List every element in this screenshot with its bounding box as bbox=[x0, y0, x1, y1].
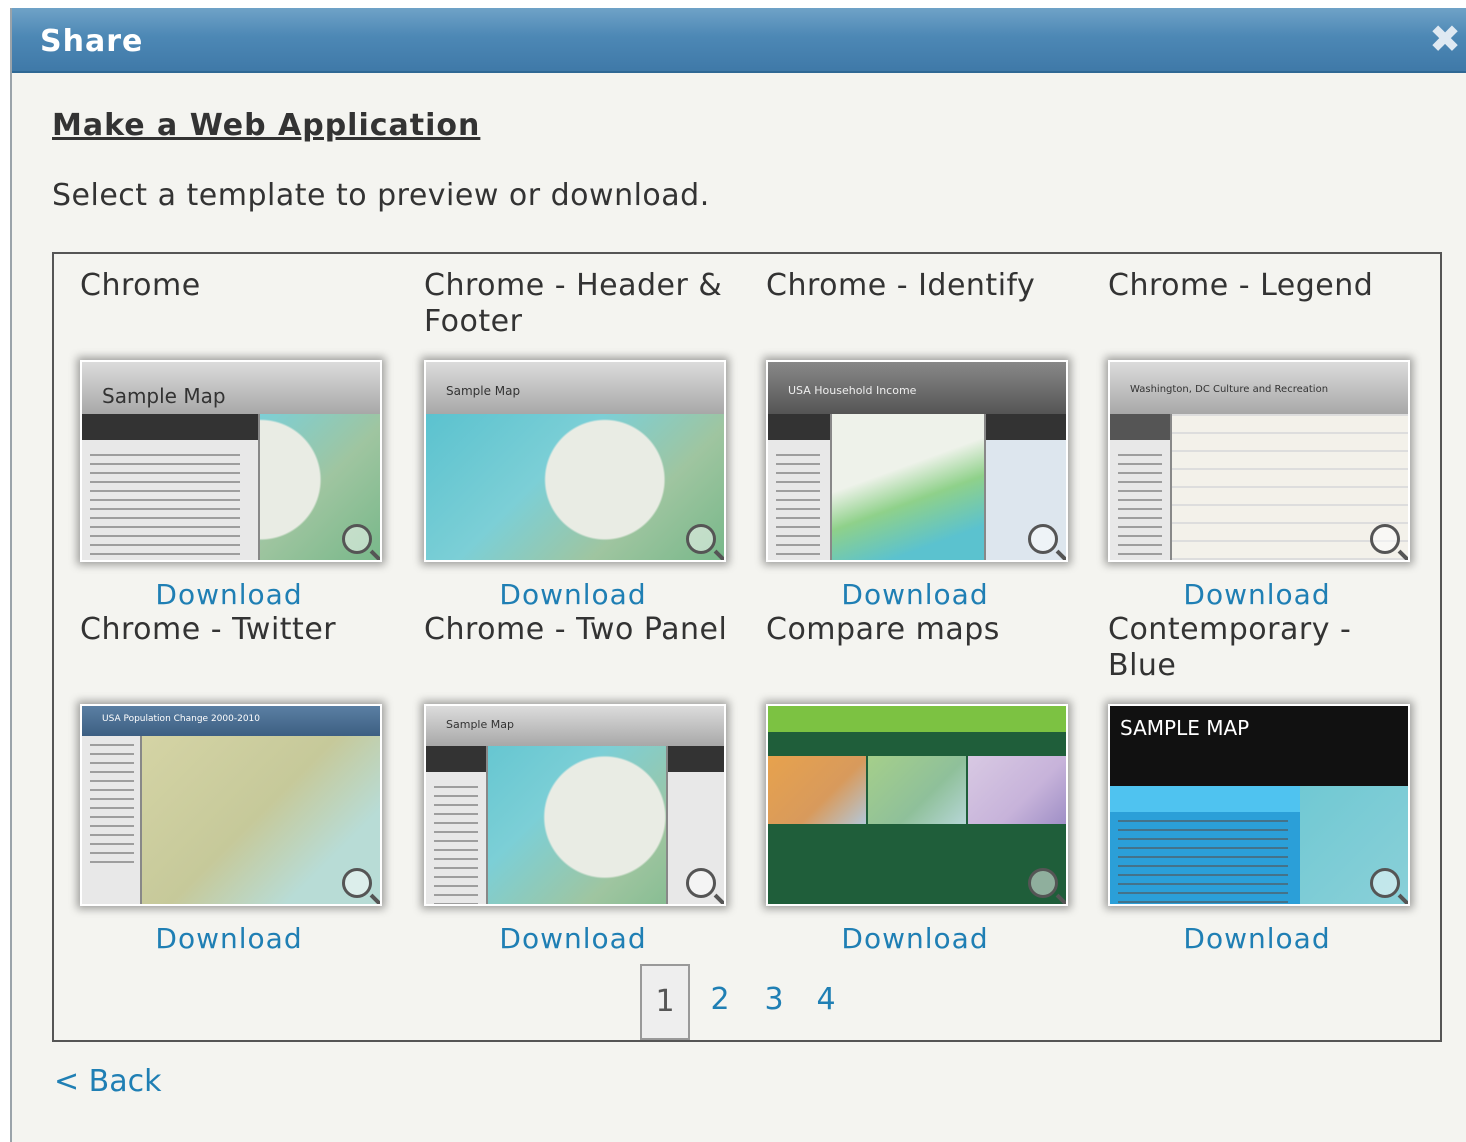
thumbnail-title: Sample Map bbox=[102, 384, 226, 408]
template-thumbnail[interactable]: Washington, DC Culture and Recreation bbox=[1108, 360, 1410, 562]
page-heading: Make a Web Application bbox=[52, 108, 481, 143]
magnifier-icon[interactable] bbox=[342, 868, 372, 898]
template-title: Chrome bbox=[80, 268, 201, 303]
page-1-current: 1 bbox=[640, 964, 690, 1040]
page-4-link[interactable]: 4 bbox=[806, 964, 846, 1036]
magnifier-icon[interactable] bbox=[1028, 524, 1058, 554]
close-icon[interactable]: ✖ bbox=[1428, 20, 1462, 58]
template-thumbnail[interactable]: Sample Map bbox=[424, 360, 726, 562]
template-title: Contemporary - Blue bbox=[1108, 612, 1352, 683]
download-link[interactable]: Download bbox=[80, 578, 378, 611]
download-link[interactable]: Download bbox=[424, 578, 722, 611]
template-title: Chrome - Header & Footer bbox=[424, 268, 723, 339]
download-link[interactable]: Download bbox=[766, 922, 1064, 955]
template-title: Compare maps bbox=[766, 612, 1000, 647]
template-title: Chrome - Twitter bbox=[80, 612, 337, 647]
download-link[interactable]: Download bbox=[766, 578, 1064, 611]
magnifier-icon[interactable] bbox=[1370, 868, 1400, 898]
dialog-title: Share bbox=[40, 24, 144, 59]
template-thumbnail[interactable]: Sample Map bbox=[80, 360, 382, 562]
template-title: Chrome - Two Panel bbox=[424, 612, 728, 647]
thumbnail-title: USA Population Change 2000-2010 bbox=[102, 714, 261, 724]
template-thumbnail[interactable]: SAMPLE MAP bbox=[1108, 704, 1410, 906]
template-title: Chrome - Legend bbox=[1108, 268, 1374, 303]
thumbnail-title: Sample Map bbox=[446, 384, 521, 398]
download-link[interactable]: Download bbox=[1108, 922, 1406, 955]
template-thumbnail[interactable]: Sample Map bbox=[424, 704, 726, 906]
template-title: Chrome - Identify bbox=[766, 268, 1036, 303]
thumbnail-title: Washington, DC Culture and Recreation bbox=[1130, 384, 1329, 395]
download-link[interactable]: Download bbox=[424, 922, 722, 955]
magnifier-icon[interactable] bbox=[686, 524, 716, 554]
thumbnail-title: Sample Map bbox=[446, 718, 514, 731]
thumbnail-title: USA Household Income bbox=[788, 384, 917, 397]
download-link[interactable]: Download bbox=[1108, 578, 1406, 611]
page-2-link[interactable]: 2 bbox=[700, 964, 740, 1036]
back-link[interactable]: < Back bbox=[54, 1064, 162, 1099]
template-gallery: Chrome Sample Map Download Chrome - Head… bbox=[52, 252, 1442, 1042]
magnifier-icon[interactable] bbox=[686, 868, 716, 898]
dialog-titlebar: Share ✖ bbox=[12, 8, 1466, 73]
template-thumbnail[interactable]: USA Household Income bbox=[766, 360, 1068, 562]
magnifier-icon[interactable] bbox=[342, 524, 372, 554]
page-3-link[interactable]: 3 bbox=[754, 964, 794, 1036]
thumbnail-title: SAMPLE MAP bbox=[1120, 716, 1250, 740]
template-thumbnail[interactable]: USA Population Change 2000-2010 bbox=[80, 704, 382, 906]
page-subheading: Select a template to preview or download… bbox=[52, 178, 710, 213]
magnifier-icon[interactable] bbox=[1028, 868, 1058, 898]
download-link[interactable]: Download bbox=[80, 922, 378, 955]
template-thumbnail[interactable] bbox=[766, 704, 1068, 906]
share-dialog: Share ✖ Make a Web Application Select a … bbox=[10, 8, 1466, 1142]
magnifier-icon[interactable] bbox=[1370, 524, 1400, 554]
